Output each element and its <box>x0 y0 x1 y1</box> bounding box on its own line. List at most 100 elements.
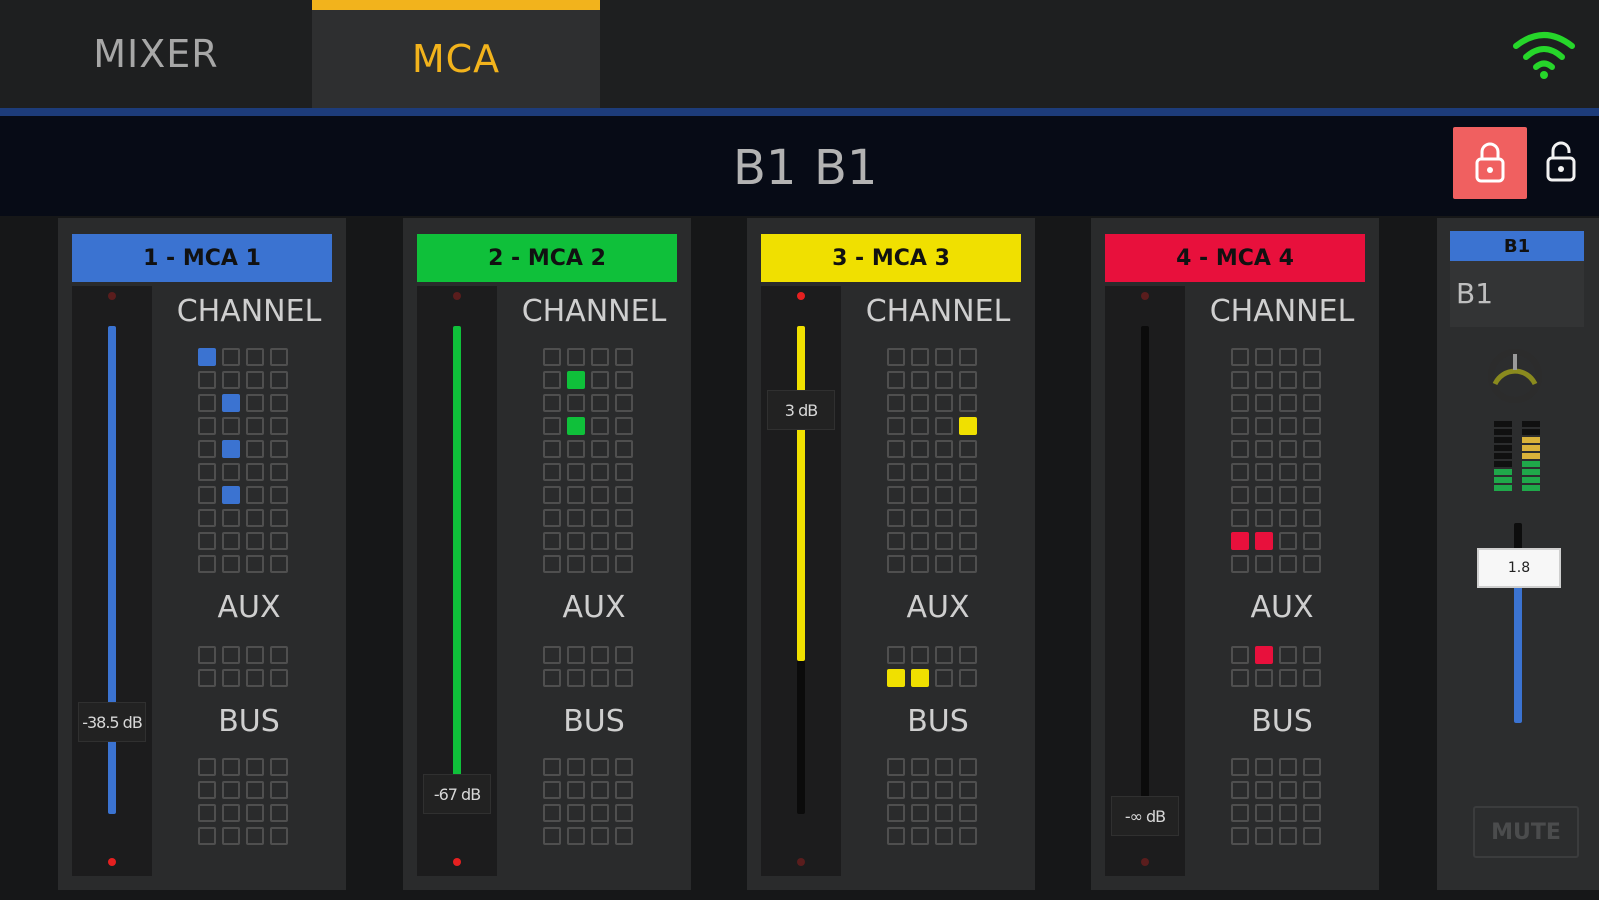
assign-cell[interactable] <box>1255 371 1273 389</box>
assign-cell[interactable] <box>959 758 977 776</box>
assign-cell[interactable] <box>1255 827 1273 845</box>
assign-cell[interactable] <box>270 781 288 799</box>
assign-cell[interactable] <box>959 440 977 458</box>
assign-cell[interactable] <box>1255 758 1273 776</box>
assign-cell[interactable] <box>1303 781 1321 799</box>
assign-cell[interactable] <box>615 417 633 435</box>
assign-cell[interactable] <box>911 804 929 822</box>
assign-cell[interactable] <box>935 532 953 550</box>
assign-cell[interactable] <box>1231 555 1249 573</box>
b1-fader-handle[interactable]: 1.8 <box>1477 548 1561 588</box>
assign-cell[interactable] <box>246 781 264 799</box>
mute-button[interactable]: MUTE <box>1473 806 1579 858</box>
assign-cell[interactable] <box>222 804 240 822</box>
assign-cell[interactable] <box>1255 555 1273 573</box>
assign-cell[interactable] <box>591 486 609 504</box>
assign-cell[interactable] <box>567 463 585 481</box>
assign-cell[interactable] <box>591 417 609 435</box>
assign-cell[interactable] <box>935 827 953 845</box>
assign-cell[interactable] <box>615 394 633 412</box>
assign-cell[interactable] <box>270 417 288 435</box>
assign-cell[interactable] <box>1303 532 1321 550</box>
assign-cell[interactable] <box>959 532 977 550</box>
assign-cell[interactable] <box>543 669 561 687</box>
strip-label[interactable]: 1 - MCA 1 <box>72 234 332 282</box>
assign-cell[interactable] <box>1231 646 1249 664</box>
assign-cell[interactable] <box>198 669 216 687</box>
assign-cell[interactable] <box>270 440 288 458</box>
assign-cell[interactable] <box>911 758 929 776</box>
assign-cell[interactable] <box>246 440 264 458</box>
assign-cell[interactable] <box>887 440 905 458</box>
assign-cell[interactable] <box>887 348 905 366</box>
assign-cell[interactable] <box>1303 827 1321 845</box>
assign-cell[interactable] <box>1279 555 1297 573</box>
assign-cell[interactable] <box>1255 463 1273 481</box>
assign-cell[interactable] <box>543 827 561 845</box>
assign-cell[interactable] <box>887 827 905 845</box>
assign-cell[interactable] <box>615 646 633 664</box>
assign-cell[interactable] <box>198 348 216 366</box>
assign-cell[interactable] <box>591 758 609 776</box>
assign-cell[interactable] <box>615 463 633 481</box>
assign-cell[interactable] <box>222 440 240 458</box>
assign-cell[interactable] <box>567 509 585 527</box>
assign-cell[interactable] <box>959 348 977 366</box>
assign-cell[interactable] <box>567 646 585 664</box>
assign-cell[interactable] <box>591 440 609 458</box>
assign-cell[interactable] <box>911 486 929 504</box>
assign-cell[interactable] <box>543 781 561 799</box>
assign-cell[interactable] <box>615 486 633 504</box>
assign-cell[interactable] <box>246 417 264 435</box>
assign-cell[interactable] <box>615 827 633 845</box>
assign-cell[interactable] <box>1279 781 1297 799</box>
assign-cell[interactable] <box>935 758 953 776</box>
assign-cell[interactable] <box>222 348 240 366</box>
fader-handle[interactable]: -∞ dB <box>1111 796 1179 836</box>
assign-cell[interactable] <box>1303 371 1321 389</box>
assign-cell[interactable] <box>246 371 264 389</box>
assign-cell[interactable] <box>615 440 633 458</box>
assign-cell[interactable] <box>959 646 977 664</box>
assign-cell[interactable] <box>1303 486 1321 504</box>
assign-cell[interactable] <box>591 646 609 664</box>
assign-cell[interactable] <box>935 781 953 799</box>
assign-cell[interactable] <box>198 417 216 435</box>
assign-cell[interactable] <box>591 532 609 550</box>
assign-cell[interactable] <box>1303 440 1321 458</box>
assign-cell[interactable] <box>198 394 216 412</box>
assign-cell[interactable] <box>246 669 264 687</box>
assign-cell[interactable] <box>270 646 288 664</box>
assign-cell[interactable] <box>270 463 288 481</box>
assign-cell[interactable] <box>222 781 240 799</box>
assign-cell[interactable] <box>887 371 905 389</box>
assign-cell[interactable] <box>567 827 585 845</box>
assign-cell[interactable] <box>567 758 585 776</box>
assign-cell[interactable] <box>567 486 585 504</box>
assign-cell[interactable] <box>543 371 561 389</box>
assign-cell[interactable] <box>1231 348 1249 366</box>
assign-cell[interactable] <box>959 486 977 504</box>
assign-cell[interactable] <box>222 486 240 504</box>
assign-cell[interactable] <box>935 804 953 822</box>
pan-knob-icon[interactable] <box>1485 346 1545 406</box>
assign-cell[interactable] <box>887 669 905 687</box>
assign-cell[interactable] <box>887 804 905 822</box>
assign-cell[interactable] <box>615 758 633 776</box>
assign-cell[interactable] <box>1231 417 1249 435</box>
assign-cell[interactable] <box>935 463 953 481</box>
assign-cell[interactable] <box>567 532 585 550</box>
assign-cell[interactable] <box>1279 440 1297 458</box>
assign-cell[interactable] <box>1303 555 1321 573</box>
assign-cell[interactable] <box>543 440 561 458</box>
assign-cell[interactable] <box>959 827 977 845</box>
assign-cell[interactable] <box>1231 486 1249 504</box>
fader-track[interactable] <box>453 326 461 814</box>
assign-cell[interactable] <box>591 348 609 366</box>
assign-cell[interactable] <box>567 371 585 389</box>
assign-cell[interactable] <box>1255 486 1273 504</box>
assign-cell[interactable] <box>887 486 905 504</box>
assign-cell[interactable] <box>1255 669 1273 687</box>
assign-cell[interactable] <box>1279 348 1297 366</box>
assign-cell[interactable] <box>543 463 561 481</box>
